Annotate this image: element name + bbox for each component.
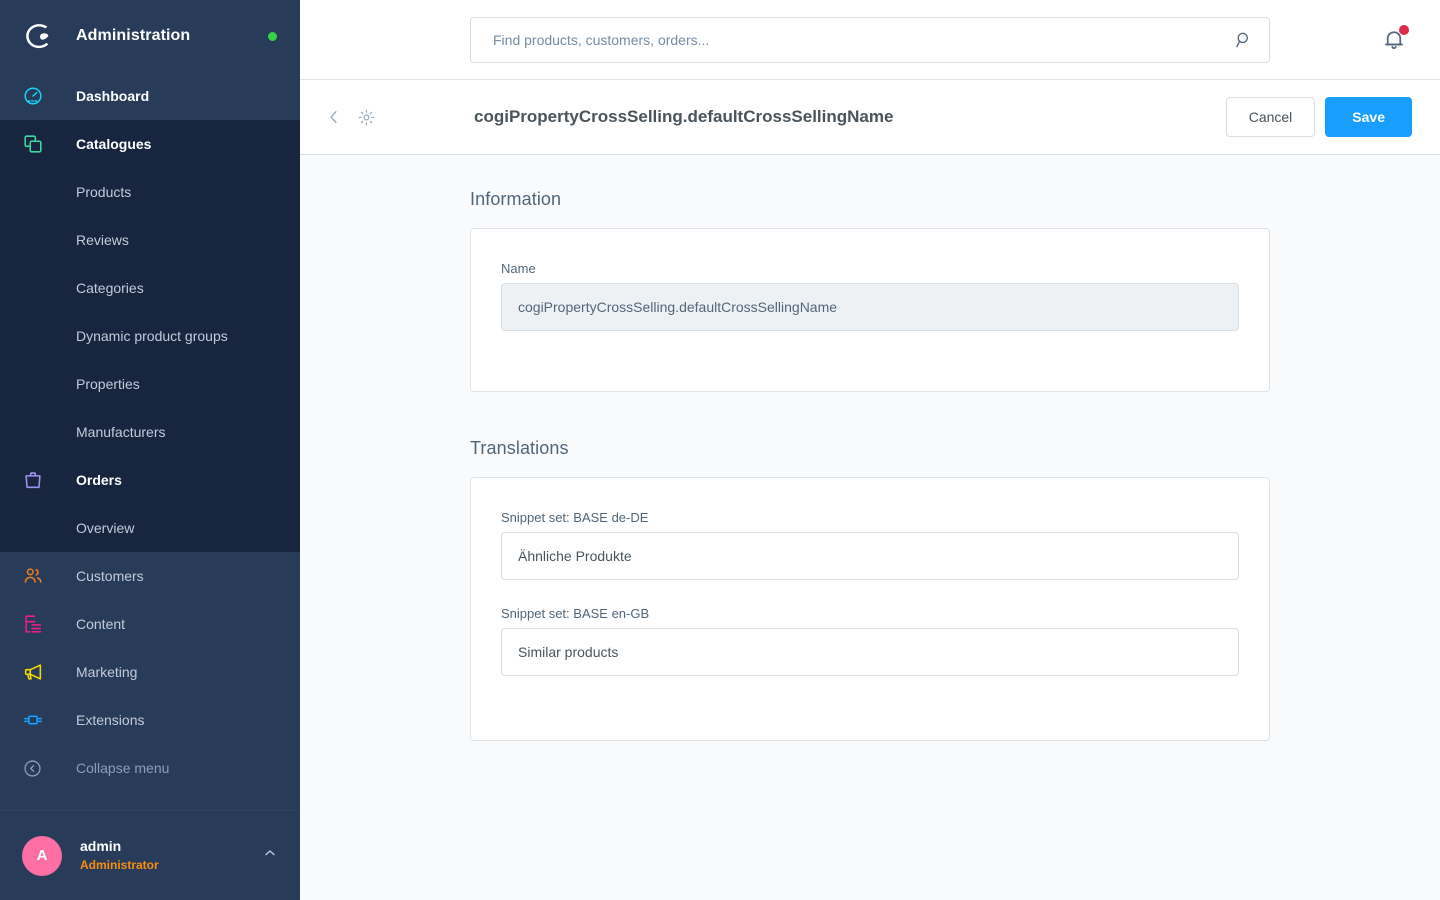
sidebar-item-manufacturers[interactable]: Manufacturers <box>0 408 300 456</box>
customers-people-icon <box>22 564 56 588</box>
snippet-en-input[interactable] <box>501 628 1239 676</box>
snippet-de-input[interactable] <box>501 532 1239 580</box>
shopware-logo-icon <box>22 19 56 53</box>
user-meta: admin Administrator <box>80 837 262 874</box>
sidebar-item-label: Overview <box>76 520 135 536</box>
gear-icon[interactable] <box>352 103 380 131</box>
sidebar-item-label: Products <box>76 184 132 200</box>
snippet-en-label: Snippet set: BASE en-GB <box>501 606 650 621</box>
sidebar-item-reviews[interactable]: Reviews <box>0 216 300 264</box>
snippet-en-field-block: Snippet set: BASE en-GB <box>501 606 1239 676</box>
sidebar-item-content[interactable]: Content <box>0 600 300 648</box>
name-field-block: Name <box>501 261 1239 331</box>
sidebar-item-label: Catalogues <box>76 136 152 152</box>
name-field-label: Name <box>501 261 536 276</box>
sidebar-item-label: Reviews <box>76 232 129 248</box>
search-input[interactable] <box>493 32 1233 48</box>
global-search <box>470 17 1270 63</box>
notification-badge-icon <box>1399 25 1409 35</box>
extensions-plug-icon <box>22 708 56 732</box>
information-card: Name <box>470 228 1270 392</box>
sidebar-item-dynamic-product-groups[interactable]: Dynamic product groups <box>0 312 300 360</box>
sidebar-item-catalogues[interactable]: Catalogues <box>0 120 300 168</box>
content-inner: Information Name Translations Snippet se… <box>470 189 1270 741</box>
snippet-de-label: Snippet set: BASE de-DE <box>501 510 649 525</box>
sidebar-item-label: Properties <box>76 376 140 392</box>
sidebar-item-orders[interactable]: Orders <box>0 456 300 504</box>
sidebar-item-label: Dynamic product groups <box>76 328 228 344</box>
notifications-button[interactable] <box>1376 22 1412 58</box>
dashboard-gauge-icon <box>22 84 56 108</box>
main-area: cogiPropertyCrossSelling.defaultCrossSel… <box>300 0 1440 900</box>
cancel-button[interactable]: Cancel <box>1225 97 1316 137</box>
sidebar-item-label: Marketing <box>76 664 138 680</box>
user-name: admin <box>80 838 122 854</box>
marketing-megaphone-icon <box>22 660 56 684</box>
status-dot-icon <box>268 31 277 41</box>
sidebar-item-label: Categories <box>76 280 144 296</box>
translations-card: Snippet set: BASE de-DE Snippet set: BAS… <box>470 477 1270 741</box>
collapse-chevron-left-icon <box>22 756 56 780</box>
sidebar-item-extensions[interactable]: Extensions <box>0 696 300 744</box>
back-button[interactable] <box>320 103 348 131</box>
save-button[interactable]: Save <box>1325 97 1412 137</box>
sidebar-item-properties[interactable]: Properties <box>0 360 300 408</box>
catalogues-copy-icon <box>22 132 56 156</box>
nav-group-dashboard: Dashboard <box>0 72 300 120</box>
sidebar-item-label: Orders <box>76 472 122 488</box>
sidebar-item-categories[interactable]: Categories <box>0 264 300 312</box>
sidebar-item-customers[interactable]: Customers <box>0 552 300 600</box>
sidebar-item-label: Customers <box>76 568 144 584</box>
sidebar-item-label: Content <box>76 616 126 632</box>
smart-bar: cogiPropertyCrossSelling.defaultCrossSel… <box>300 80 1440 155</box>
sidebar: Administration Dashboard Catalogues Prod… <box>0 0 300 900</box>
sidebar-user-menu[interactable]: A admin Administrator <box>0 810 300 900</box>
snippet-de-field-block: Snippet set: BASE de-DE <box>501 510 1239 580</box>
sidebar-item-label: Extensions <box>76 712 145 728</box>
user-role: Administrator <box>80 858 159 872</box>
search-box[interactable] <box>470 17 1270 63</box>
sidebar-header[interactable]: Administration <box>0 0 300 72</box>
nav-group-catalogues: Catalogues Products Reviews Categories D… <box>0 120 300 552</box>
sidebar-item-label: Collapse menu <box>76 760 170 776</box>
translations-section-title: Translations <box>470 438 569 458</box>
sidebar-item-label: Manufacturers <box>76 424 166 440</box>
page-title: cogiPropertyCrossSelling.defaultCrossSel… <box>474 107 894 126</box>
sidebar-item-collapse-menu[interactable]: Collapse menu <box>0 744 300 792</box>
sidebar-item-products[interactable]: Products <box>0 168 300 216</box>
avatar: A <box>22 835 62 876</box>
orders-bag-icon <box>22 468 56 492</box>
smart-bar-actions: Cancel Save <box>1225 97 1412 137</box>
name-input[interactable] <box>501 283 1239 331</box>
chevron-up-icon[interactable] <box>262 845 278 866</box>
sidebar-item-dashboard[interactable]: Dashboard <box>0 72 300 120</box>
topbar <box>300 0 1440 80</box>
sidebar-item-label: Dashboard <box>76 88 150 104</box>
app-root: Administration Dashboard Catalogues Prod… <box>0 0 1440 900</box>
search-icon[interactable] <box>1233 30 1255 50</box>
sidebar-item-overview[interactable]: Overview <box>0 504 300 552</box>
sidebar-nav: Dashboard Catalogues Products Reviews Ca… <box>0 72 300 810</box>
sidebar-item-marketing[interactable]: Marketing <box>0 648 300 696</box>
content-scroll-area: Information Name Translations Snippet se… <box>300 155 1440 900</box>
content-document-icon <box>22 612 56 636</box>
information-section-title: Information <box>470 189 562 209</box>
sidebar-brand-title: Administration <box>76 27 191 44</box>
